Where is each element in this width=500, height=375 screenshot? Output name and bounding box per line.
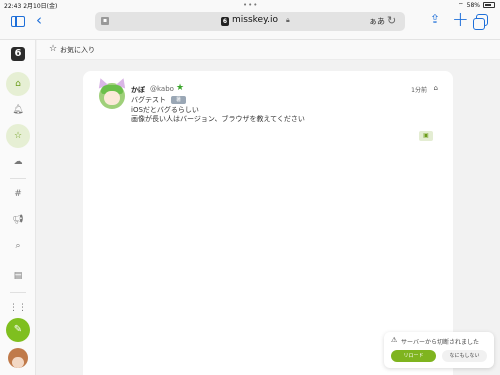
reader-format-button[interactable]: ぁあ <box>369 16 385 27</box>
back-button[interactable]: ‹ <box>36 11 42 29</box>
multitasking-dots[interactable]: ••• <box>243 1 258 9</box>
toast-message: サーバーから切断されました <box>401 339 479 346</box>
reload-button[interactable]: リロード <box>391 350 436 362</box>
battery-icon <box>483 2 495 8</box>
column-header: ☆ お気に入り <box>37 40 500 60</box>
drive-icon[interactable]: ▤ <box>6 264 30 288</box>
search-icon[interactable]: ⌕ <box>6 234 30 258</box>
warning-icon: ⚠ <box>391 336 398 344</box>
avatar[interactable] <box>8 348 28 368</box>
grid-icon[interactable]: ⋮⋮ <box>6 296 30 320</box>
home-icon[interactable]: ⌂ <box>6 72 30 96</box>
star-icon: ☆ <box>49 44 58 54</box>
site-icon: 6 <box>221 17 229 26</box>
megaphone-icon[interactable]: 📢︎ <box>6 208 30 232</box>
cloud-icon[interactable]: ☁ <box>6 150 30 174</box>
star-icon[interactable]: ☆ <box>6 124 30 148</box>
page-title: お気に入り <box>60 46 95 54</box>
nav-divider <box>10 178 26 179</box>
home-icon: ⌂ <box>433 84 438 92</box>
nav-divider <box>10 292 26 293</box>
pencil-icon[interactable]: ✎ <box>6 318 30 342</box>
address-bar[interactable]: ▪ 6 misskey.io 🔒︎ ぁあ ↻ <box>95 12 405 31</box>
misskey-logo[interactable]: 6 <box>11 47 25 61</box>
avatar[interactable] <box>95 76 129 109</box>
status-time: 22:43 2月10日(金) <box>4 3 58 10</box>
browser-toolbar: 22:43 2月10日(金) ••• ⌔ 58% ‹ ▪ 6 misskey.i… <box>0 0 500 40</box>
disconnect-toast: ⚠ サーバーから切断されました リロード なにもしない <box>384 332 494 368</box>
tab-favicon-icon: ▪ <box>101 17 109 25</box>
bell-icon[interactable]: 🔔︎ <box>6 98 30 122</box>
sidebar-nav: 6 ⌂ 🔔︎ ☆ ☁ # 📢︎ ⌕ ▤ ⋮⋮ ✎ <box>0 40 36 375</box>
share-icon[interactable]: ⇪ <box>430 12 440 26</box>
new-tab-button[interactable]: + <box>452 7 469 31</box>
note-card[interactable]: かぼ @kabo ★ 1分前 ⌂ バグテスト 暑 iOSだとバグるらしい 画像が… <box>83 71 453 375</box>
url-text[interactable]: misskey.io <box>232 15 278 25</box>
image-icon[interactable]: ▣ <box>419 131 433 141</box>
note-chip: 暑 <box>171 96 186 104</box>
badge-star-icon: ★ <box>176 83 185 93</box>
note-display-name[interactable]: かぼ <box>131 85 145 95</box>
note-time[interactable]: 1分前 <box>411 85 427 94</box>
note-username[interactable]: @kabo <box>150 85 174 93</box>
tabs-icon[interactable] <box>473 14 488 30</box>
sidebar-icon[interactable] <box>11 16 25 27</box>
lock-icon: 🔒︎ <box>286 16 290 24</box>
note-text-line: 画像が長い人はバージョン、ブラウザを教えてください <box>131 115 305 123</box>
ignore-button[interactable]: なにもしない <box>442 350 487 362</box>
note-subtitle: バグテスト <box>131 96 166 104</box>
hash-icon[interactable]: # <box>6 182 30 206</box>
reload-icon[interactable]: ↻ <box>387 14 396 27</box>
